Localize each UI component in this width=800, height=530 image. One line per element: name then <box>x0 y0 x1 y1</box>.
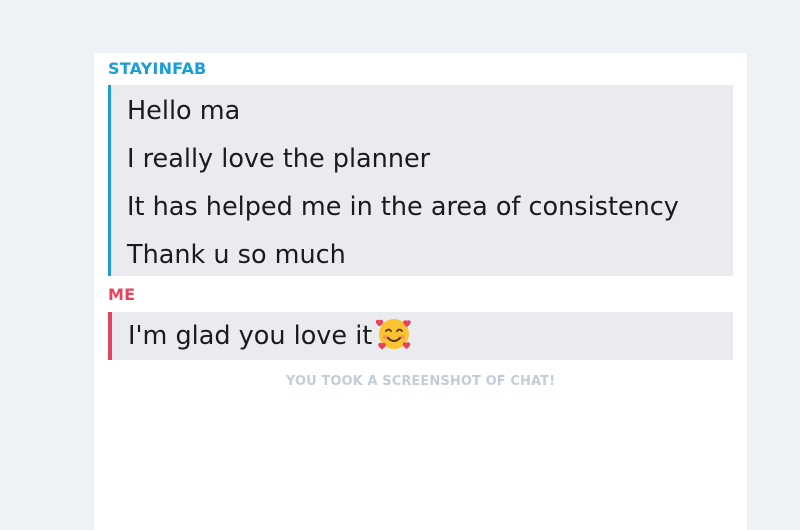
message-group-me: I'm glad you love it <box>108 312 733 360</box>
sender-name-stayinfab: STAYINFAB <box>108 59 207 78</box>
smiling-face-with-hearts-icon <box>376 319 412 350</box>
screenshot-notice: YOU TOOK A SCREENSHOT OF CHAT! <box>285 374 556 389</box>
chat-message-mine: I'm glad you love it <box>112 312 733 360</box>
chat-message: Thank u so much <box>127 240 346 270</box>
chat-message-text: I'm glad you love it <box>128 321 373 351</box>
chat-panel: STAYINFAB Hello ma I really love the pla… <box>94 53 747 530</box>
chat-message: It has helped me in the area of consiste… <box>127 192 679 222</box>
chat-message: I really love the planner <box>127 144 431 174</box>
message-group-stayinfab: Hello ma I really love the planner It ha… <box>108 85 733 276</box>
sender-name-me: ME <box>108 285 136 304</box>
chat-message: Hello ma <box>127 96 241 126</box>
